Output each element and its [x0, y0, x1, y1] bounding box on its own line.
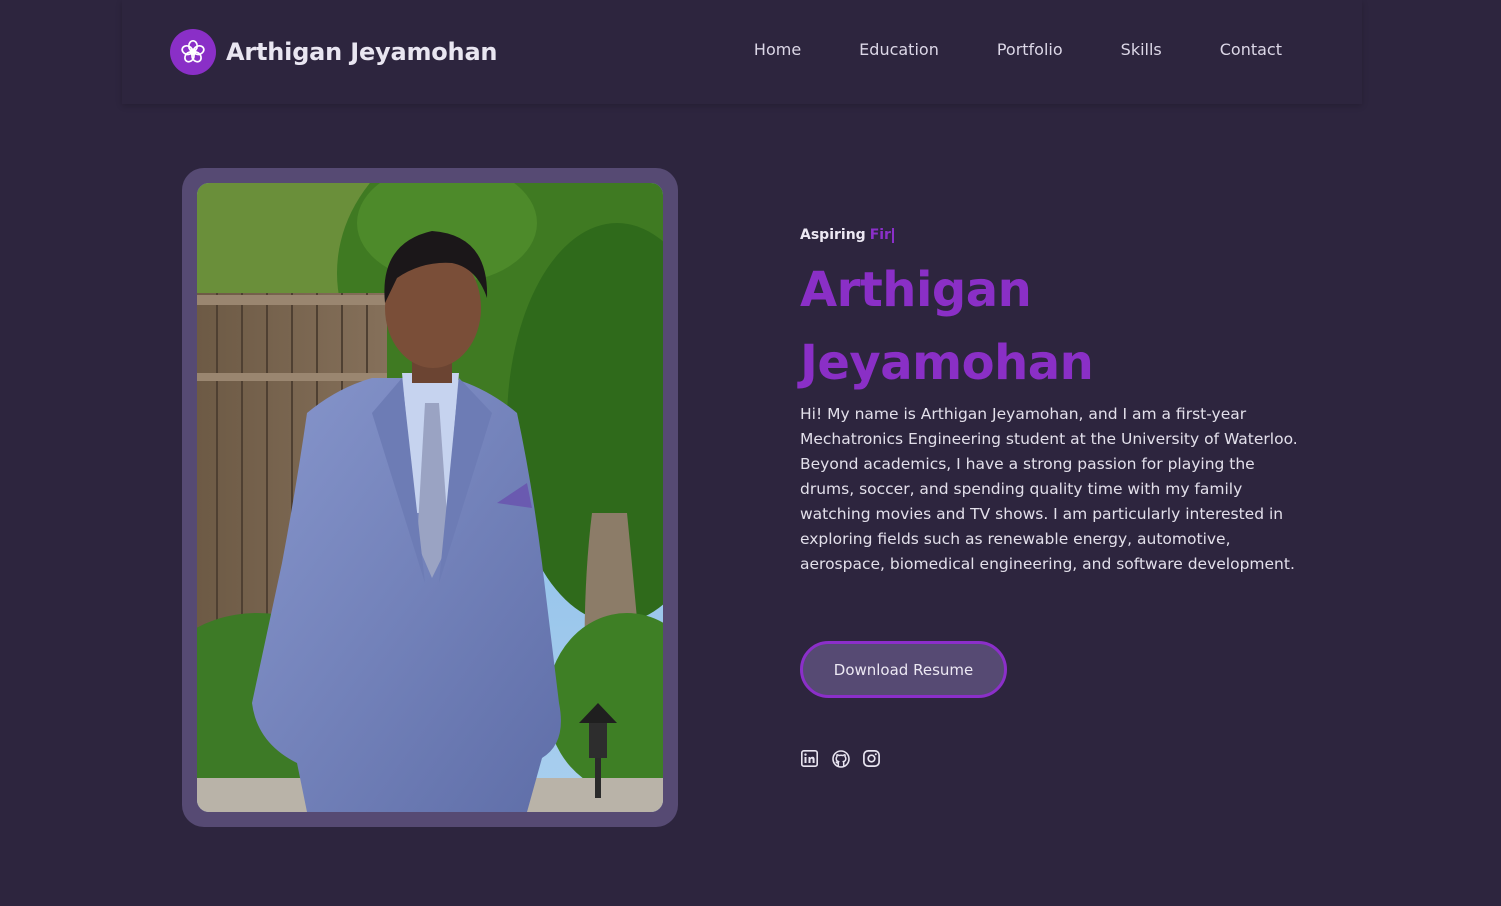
nav-home[interactable]: Home [754, 40, 801, 59]
profile-photo [197, 183, 663, 812]
social-links [800, 749, 881, 768]
hero-eyebrow: Aspiring Fir [800, 224, 1310, 246]
nav-education[interactable]: Education [859, 40, 939, 59]
hero-bio: Hi! My name is Arthigan Jeyamohan, and I… [800, 405, 1298, 573]
eyebrow-typed-text: Fir [869, 227, 891, 243]
github-icon[interactable] [831, 749, 850, 768]
main-nav: Home Education Portfolio Skills Contact [754, 40, 1282, 59]
nav-skills[interactable]: Skills [1121, 40, 1162, 59]
brand-name: Arthigan Jeyamohan [226, 38, 498, 66]
instagram-icon[interactable] [862, 749, 881, 768]
navbar: Arthigan Jeyamohan Home Education Portfo… [122, 0, 1362, 104]
flower-icon [170, 29, 216, 75]
profile-photo-frame [182, 168, 678, 827]
typing-cursor [891, 227, 894, 243]
brand-home-link[interactable]: Arthigan Jeyamohan [170, 29, 498, 75]
download-resume-button[interactable]: Download Resume [800, 641, 1007, 698]
eyebrow-static: Aspiring [800, 227, 866, 243]
hero-section: Aspiring Fir Arthigan Jeyamohan Hi! My n… [800, 224, 1310, 768]
hero-name: Arthigan Jeyamohan [800, 254, 1310, 400]
nav-portfolio[interactable]: Portfolio [997, 40, 1063, 59]
nav-contact[interactable]: Contact [1220, 40, 1282, 59]
linkedin-icon[interactable] [800, 749, 819, 768]
hero-name-first: Arthigan [800, 262, 1032, 318]
hero-name-last: Jeyamohan [800, 335, 1094, 391]
